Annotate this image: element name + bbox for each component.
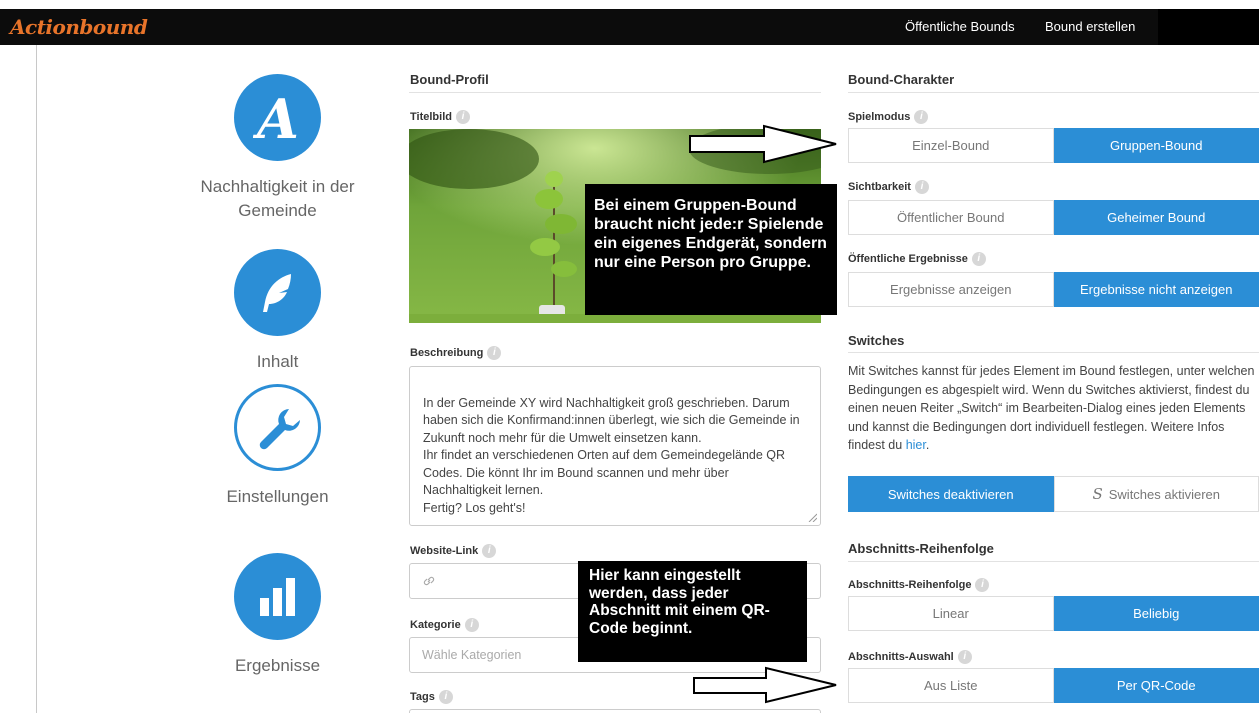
tags-label-text: Tags [410, 691, 435, 703]
top-navigation-bar: Actionbound Öffentliche Bounds Bound ers… [0, 9, 1259, 45]
switches-text-end: . [925, 438, 930, 452]
svg-text:A: A [253, 89, 299, 147]
section-divider [848, 352, 1259, 353]
nav-public-bounds-link[interactable]: Öffentliche Bounds [905, 19, 1015, 34]
from-list-option[interactable]: Aus Liste [848, 668, 1054, 703]
tags-input[interactable] [409, 709, 821, 713]
info-icon[interactable]: i [971, 252, 986, 266]
actionbound-a-icon: A [234, 74, 321, 161]
arrow-right-icon [689, 124, 837, 164]
website-link-label: Website-Link i [410, 544, 497, 558]
section-selection-label-text: Abschnitts-Auswahl [848, 651, 954, 663]
section-title-bound-profile: Bound-Profil [410, 72, 489, 87]
sidebar-item-label: Inhalt [256, 352, 299, 371]
public-results-label-text: Öffentliche Ergebnisse [848, 253, 968, 265]
info-icon[interactable]: i [487, 346, 502, 360]
section-order-toggle: Linear Beliebig [848, 596, 1259, 631]
sidebar-item-results[interactable]: Ergebnisse [180, 553, 375, 678]
group-bound-callout: Bei einem Gruppen-Bound braucht nicht je… [585, 184, 837, 315]
section-title-bound-character: Bound-Charakter [848, 72, 955, 87]
category-label-text: Kategorie [410, 619, 461, 631]
switches-description: Mit Switches kannst für jedes Element im… [848, 362, 1259, 455]
any-order-option[interactable]: Beliebig [1053, 596, 1259, 631]
arrow-right-icon [693, 666, 837, 704]
website-label-text: Website-Link [410, 545, 479, 557]
info-icon[interactable]: i [957, 650, 972, 664]
info-icon[interactable]: i [482, 544, 497, 558]
description-text: In der Gemeinde XY wird Nachhaltigkeit g… [423, 395, 800, 515]
section-divider [848, 561, 1259, 562]
title-image-label-text: Titelbild [410, 111, 452, 123]
description-textarea[interactable]: In der Gemeinde XY wird Nachhaltigkeit g… [409, 366, 821, 526]
info-icon[interactable]: i [975, 578, 990, 592]
nav-create-bound-link[interactable]: Bound erstellen [1045, 19, 1135, 34]
enable-switches-label: Switches aktivieren [1108, 486, 1221, 502]
switches-toggle: Switches deaktivieren S Switches aktivie… [848, 476, 1259, 512]
secret-bound-option[interactable]: Geheimer Bound [1053, 200, 1259, 235]
info-icon[interactable]: i [464, 618, 479, 632]
link-icon [423, 576, 435, 586]
show-results-option[interactable]: Ergebnisse anzeigen [848, 272, 1054, 307]
description-label-text: Beschreibung [410, 347, 484, 359]
visibility-label-text: Sichtbarkeit [848, 181, 911, 193]
sidebar-item-bound-profile[interactable]: A Nachhaltigkeit in der Gemeinde [180, 74, 375, 223]
per-qr-code-option[interactable]: Per QR-Code [1053, 668, 1259, 703]
resize-grip-icon[interactable] [807, 512, 817, 522]
user-menu-redacted[interactable] [1158, 9, 1259, 45]
info-icon[interactable]: i [455, 110, 470, 124]
category-label: Kategorie i [410, 618, 479, 632]
qr-code-callout: Hier kann eingestellt werden, dass jeder… [578, 561, 807, 662]
sidebar-item-label: Nachhaltigkeit in der Gemeinde [200, 177, 355, 220]
game-mode-label-text: Spielmodus [848, 111, 911, 123]
info-icon[interactable]: i [438, 690, 453, 704]
sidebar-item-content[interactable]: Inhalt [180, 249, 375, 374]
section-selection-toggle: Aus Liste Per QR-Code [848, 668, 1259, 703]
enable-switches-option[interactable]: S Switches aktivieren [1053, 476, 1259, 512]
linear-option[interactable]: Linear [848, 596, 1054, 631]
tags-label: Tags i [410, 690, 453, 704]
section-title-switches: Switches [848, 333, 905, 348]
switches-info-link[interactable]: hier [906, 438, 926, 452]
section-divider [848, 92, 1259, 93]
quill-feather-icon [234, 249, 321, 336]
game-mode-label: Spielmodus i [848, 110, 929, 124]
switch-s-icon: S [1092, 485, 1103, 503]
section-selection-label: Abschnitts-Auswahl i [848, 650, 972, 664]
category-placeholder: Wähle Kategorien [422, 648, 522, 662]
info-icon[interactable]: i [914, 180, 929, 194]
sidebar-item-label: Ergebnisse [234, 656, 321, 675]
actionbound-logo[interactable]: Actionbound [10, 15, 148, 39]
visibility-toggle: Öffentlicher Bound Geheimer Bound [848, 200, 1259, 235]
group-bound-option[interactable]: Gruppen-Bound [1053, 128, 1259, 163]
public-results-label: Öffentliche Ergebnisse i [848, 252, 986, 266]
sidebar-item-label: Einstellungen [226, 487, 329, 506]
wrench-icon [234, 384, 321, 471]
disable-switches-option[interactable]: Switches deaktivieren [848, 476, 1054, 512]
section-title-section-order: Abschnitts-Reihenfolge [848, 541, 994, 556]
info-icon[interactable]: i [914, 110, 929, 124]
public-results-toggle: Ergebnisse anzeigen Ergebnisse nicht anz… [848, 272, 1259, 307]
section-order-label-text: Abschnitts-Reihenfolge [848, 579, 972, 591]
visibility-label: Sichtbarkeit i [848, 180, 929, 194]
public-bound-option[interactable]: Öffentlicher Bound [848, 200, 1054, 235]
section-divider [409, 92, 821, 93]
content-frame-border [36, 45, 37, 713]
bar-chart-icon [234, 553, 321, 640]
hide-results-option[interactable]: Ergebnisse nicht anzeigen [1053, 272, 1259, 307]
title-image-label: Titelbild i [410, 110, 470, 124]
description-label: Beschreibung i [410, 346, 502, 360]
sidebar-item-settings[interactable]: Einstellungen [180, 384, 375, 509]
single-bound-option[interactable]: Einzel-Bound [848, 128, 1054, 163]
game-mode-toggle: Einzel-Bound Gruppen-Bound [848, 128, 1259, 163]
section-order-label: Abschnitts-Reihenfolge i [848, 578, 990, 592]
